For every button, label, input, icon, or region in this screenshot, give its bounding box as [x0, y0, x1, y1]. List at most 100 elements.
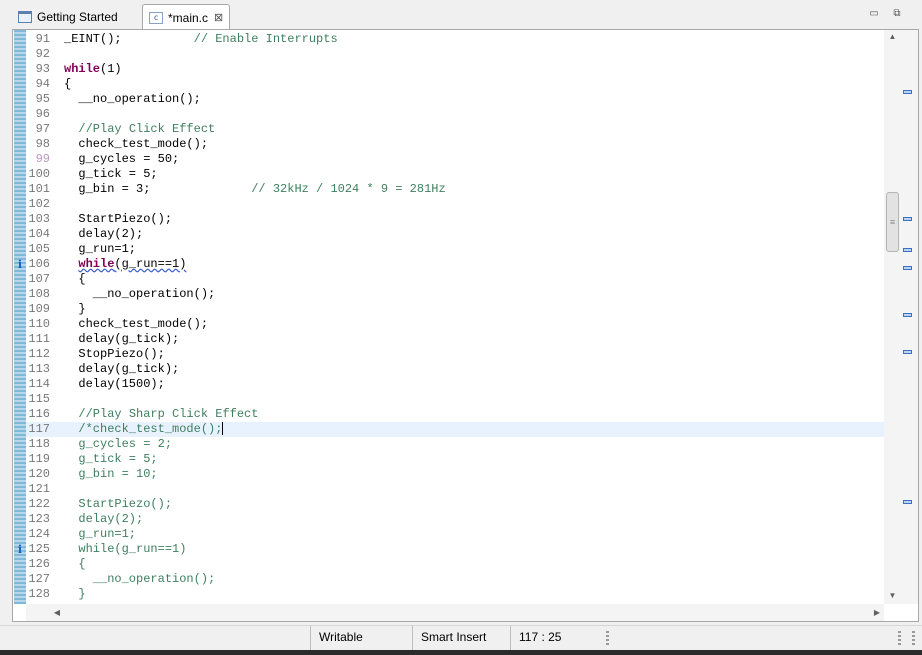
code-text: delay(g_tick); — [64, 362, 180, 376]
code-line[interactable]: 101 g_bin = 3; // 32kHz / 1024 * 9 = 281… — [26, 182, 884, 197]
code-line[interactable]: 120 g_bin = 10; — [26, 467, 884, 482]
code-text: //Play Sharp Click Effect — [78, 407, 259, 421]
code-line[interactable]: 113 delay(g_tick); — [26, 362, 884, 377]
code-line[interactable]: 128 } — [26, 587, 884, 602]
code-line[interactable]: 123 delay(2); — [26, 512, 884, 527]
code-line[interactable]: 124 g_run=1; — [26, 527, 884, 542]
line-number: 125 — [28, 542, 50, 556]
status-insert-mode: Smart Insert — [412, 626, 510, 650]
code-line[interactable]: 111 delay(g_tick); — [26, 332, 884, 347]
scroll-up-arrow-icon[interactable]: ▲ — [884, 30, 901, 44]
code-line[interactable]: 106 while(g_run==1) — [26, 257, 884, 272]
overview-annotation-mark[interactable] — [903, 350, 912, 354]
overview-ruler[interactable] — [901, 30, 918, 604]
code-line[interactable]: 91 _EINT(); // Enable Interrupts — [26, 32, 884, 47]
overview-annotation-mark[interactable] — [903, 90, 912, 94]
tab-main-c[interactable]: c *main.c ⊠ — [142, 4, 230, 30]
code-line[interactable]: 107 { — [26, 272, 884, 287]
code-line[interactable]: 109 } — [26, 302, 884, 317]
line-number: 119 — [28, 452, 50, 466]
code-line[interactable]: 121 — [26, 482, 884, 497]
overview-annotation-mark[interactable] — [903, 266, 912, 270]
status-bar: Writable Smart Insert 117 : 25 — [0, 625, 922, 650]
code-text: //Play Click Effect — [78, 122, 216, 136]
editor-tab-bar: Getting Started c *main.c ⊠ ▭ ⧉ — [0, 0, 922, 30]
code-line[interactable]: 103 StartPiezo(); — [26, 212, 884, 227]
code-line[interactable]: 97 //Play Click Effect — [26, 122, 884, 137]
scroll-left-arrow-icon[interactable]: ◀ — [50, 604, 64, 621]
code-line[interactable]: 99 g_cycles = 50; — [26, 152, 884, 167]
code-line[interactable]: 92 — [26, 47, 884, 62]
code-text: while(1) — [64, 62, 122, 76]
scroll-down-arrow-icon[interactable]: ▼ — [884, 589, 901, 603]
line-number: 115 — [28, 392, 50, 406]
code-text: g_cycles = 50; — [64, 152, 180, 166]
code-text: g_tick = 5; — [64, 452, 158, 466]
code-line[interactable]: 100 g_tick = 5; — [26, 167, 884, 182]
line-number: 126 — [28, 557, 50, 571]
vertical-scroll-thumb[interactable]: ≡ — [886, 192, 899, 252]
code-text: g_bin = 10; — [64, 467, 158, 481]
vertical-scrollbar[interactable]: ▲ ≡ ▼ — [884, 30, 901, 604]
horizontal-scrollbar[interactable]: ◀ ▶ — [26, 604, 884, 621]
overview-annotation-mark[interactable] — [903, 313, 912, 317]
code-line[interactable]: 95 __no_operation(); — [26, 92, 884, 107]
tab-getting-started[interactable]: Getting Started — [12, 4, 142, 30]
code-line[interactable]: 122 StartPiezo(); — [26, 497, 884, 512]
code-line[interactable]: 126 { — [26, 557, 884, 572]
status-writable: Writable — [310, 626, 412, 650]
overview-annotation-mark[interactable] — [903, 248, 912, 252]
line-number: 100 — [28, 167, 50, 181]
scroll-right-arrow-icon[interactable]: ▶ — [870, 604, 884, 621]
line-number: 92 — [35, 47, 50, 61]
line-number: 121 — [28, 482, 50, 496]
minimize-icon[interactable]: ▭ — [867, 8, 881, 19]
code-line[interactable]: 116 //Play Sharp Click Effect — [26, 407, 884, 422]
line-number: 127 — [28, 572, 50, 586]
line-number: 120 — [28, 467, 50, 481]
line-number: 116 — [28, 407, 50, 421]
close-icon[interactable]: ⊠ — [214, 11, 223, 24]
code-text: g_run=1; — [64, 242, 137, 256]
line-number: 114 — [28, 377, 50, 391]
code-line[interactable]: 104 delay(2); — [26, 227, 884, 242]
code-line[interactable]: 98 check_test_mode(); — [26, 137, 884, 152]
code-line[interactable]: 125 while(g_run==1) — [26, 542, 884, 557]
code-text: _EINT(); // Enable Interrupts — [64, 32, 338, 46]
code-line[interactable]: 102 — [26, 197, 884, 212]
line-number: 101 — [28, 182, 50, 196]
code-line[interactable]: 119 g_tick = 5; — [26, 452, 884, 467]
code-line[interactable]: 127 __no_operation(); — [26, 572, 884, 587]
line-number: 122 — [28, 497, 50, 511]
line-number: 95 — [35, 92, 50, 106]
code-line[interactable]: 117 /*check_test_mode(); — [26, 422, 884, 437]
code-line[interactable]: 105 g_run=1; — [26, 242, 884, 257]
code-line[interactable]: 112 StopPiezo(); — [26, 347, 884, 362]
code-text: { — [64, 557, 86, 571]
line-number: 110 — [28, 317, 50, 331]
code-line[interactable]: 114 delay(1500); — [26, 377, 884, 392]
annotation-ruler[interactable]: ii — [14, 30, 26, 604]
maximize-icon[interactable]: ⧉ — [890, 8, 904, 19]
window-icon — [18, 11, 32, 23]
code-line[interactable]: 110 check_test_mode(); — [26, 317, 884, 332]
info-annotation-icon[interactable]: i — [14, 257, 26, 272]
overview-annotation-mark[interactable] — [903, 500, 912, 504]
line-number: 118 — [28, 437, 50, 451]
code-line[interactable]: 115 — [26, 392, 884, 407]
code-text: StartPiezo(); — [64, 212, 173, 226]
code-line[interactable]: 96 — [26, 107, 884, 122]
code-editor[interactable]: 91 _EINT(); // Enable Interrupts 92 93 while… — [26, 32, 884, 604]
status-grip — [606, 631, 609, 645]
line-number: 102 — [28, 197, 50, 211]
code-line[interactable]: 93 while(1) — [26, 62, 884, 77]
c-file-icon: c — [149, 11, 163, 24]
line-number: 111 — [28, 332, 50, 346]
line-number: 104 — [28, 227, 50, 241]
info-annotation-icon[interactable]: i — [14, 542, 26, 557]
code-line[interactable]: 108 __no_operation(); — [26, 287, 884, 302]
line-number: 108 — [28, 287, 50, 301]
overview-annotation-mark[interactable] — [903, 217, 912, 221]
code-line[interactable]: 118 g_cycles = 2; — [26, 437, 884, 452]
code-line[interactable]: 94 { — [26, 77, 884, 92]
